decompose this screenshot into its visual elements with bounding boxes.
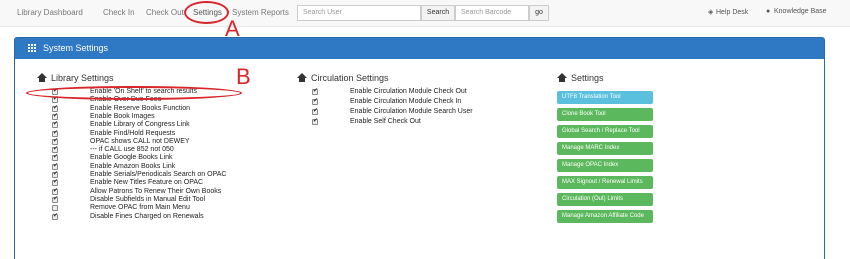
setting-row: Enable Self Check Out <box>312 117 552 128</box>
panel-heading: System Settings <box>15 38 824 59</box>
tag-icon: ◈ <box>708 9 714 16</box>
settings-tool-button[interactable]: MAX Signout / Renewal Limits <box>557 176 653 189</box>
setting-label: Enable Find/Hold Requests <box>90 129 176 137</box>
setting-checkbox[interactable] <box>52 112 58 120</box>
setting-label: Disable Subfields in Manual Edit Tool <box>90 195 206 203</box>
setting-checkbox[interactable] <box>52 205 58 212</box>
setting-label: Enable Circulation Module Search User <box>350 108 473 115</box>
search-user-input[interactable]: Search User <box>297 5 421 21</box>
settings-tools-title: Settings <box>571 73 604 83</box>
setting-row: Enable Circulation Module Check In <box>312 97 552 108</box>
settings-tool-button[interactable]: Circulation (Out) Limits <box>557 193 653 206</box>
setting-checkbox[interactable] <box>312 97 318 105</box>
setting-checkbox[interactable] <box>312 117 318 125</box>
setting-checkbox[interactable] <box>52 195 58 203</box>
setting-label: OPAC shows CALL not DEWEY <box>90 137 190 145</box>
setting-checkbox[interactable] <box>52 104 58 112</box>
go-button[interactable]: go <box>529 5 549 21</box>
settings-tool-button[interactable]: Manage Amazon Affiliate Code <box>557 210 653 223</box>
setting-label: Enable Amazon Books Link <box>90 162 176 170</box>
circulation-settings-title: Circulation Settings <box>311 73 389 83</box>
annotation-label-b: B <box>236 64 251 89</box>
help-desk-label: Help Desk <box>716 9 749 16</box>
setting-label: Enable Self Check Out <box>350 118 421 125</box>
setting-checkbox[interactable] <box>312 87 318 95</box>
knowledge-base-link[interactable]: ● Knowledge Base <box>766 8 827 15</box>
setting-checkbox[interactable] <box>52 129 58 137</box>
setting-label: Enable Serials/Periodicals Search on OPA… <box>90 171 227 178</box>
annotation-circle-b <box>26 86 242 100</box>
setting-label: Disable Fines Charged on Renewals <box>90 212 204 220</box>
setting-label: Enable New Titles Feature on OPAC <box>90 179 204 187</box>
settings-tool-button[interactable]: UTF8 Translation Tool <box>557 91 653 104</box>
knowledge-base-label: Knowledge Base <box>774 8 827 15</box>
setting-row: Disable Fines Charged on Renewals <box>52 212 292 223</box>
system-settings-panel: System Settings Library Settings Enable … <box>14 37 825 259</box>
setting-checkbox[interactable] <box>52 145 58 154</box>
help-desk-link[interactable]: ◈ Help Desk <box>708 8 748 16</box>
annotation-circle-a <box>184 1 229 24</box>
settings-tool-button[interactable]: Clone Book Tool <box>557 108 653 121</box>
setting-label: Enable Book Images <box>90 112 155 120</box>
setting-checkbox[interactable] <box>52 137 58 145</box>
settings-tool-button[interactable]: Manage MARC Index <box>557 142 653 155</box>
search-barcode-input[interactable]: Search Barcode <box>455 5 529 21</box>
settings-tools-heading: Settings <box>557 73 604 83</box>
setting-checkbox[interactable] <box>52 153 58 162</box>
setting-label: --- if CALL use 852 not 050 <box>90 146 174 154</box>
top-navbar: Library Dashboard Check In Check Out Set… <box>0 0 850 27</box>
setting-row: Enable Circulation Module Check Out <box>312 87 552 98</box>
settings-tool-button[interactable]: Manage OPAC Index <box>557 159 653 172</box>
setting-checkbox[interactable] <box>52 187 58 195</box>
home-icon <box>37 73 47 82</box>
home-icon <box>297 73 307 82</box>
setting-label: Enable Library of Congress Link <box>90 121 190 129</box>
setting-checkbox[interactable] <box>52 178 58 187</box>
library-settings-title: Library Settings <box>51 73 114 83</box>
setting-label: Enable Circulation Module Check Out <box>350 88 467 95</box>
setting-checkbox[interactable] <box>52 212 58 220</box>
home-icon <box>557 73 567 82</box>
nav-library-dashboard[interactable]: Library Dashboard <box>17 8 83 17</box>
setting-checkbox[interactable] <box>312 107 318 115</box>
setting-checkbox[interactable] <box>52 95 58 104</box>
setting-checkbox[interactable] <box>52 170 58 178</box>
panel-title: System Settings <box>43 43 109 53</box>
apple-icon: ● <box>766 8 771 15</box>
nav-system-reports[interactable]: System Reports <box>232 8 289 17</box>
setting-row: Enable Circulation Module Search User <box>312 107 552 118</box>
setting-label: Allow Patrons To Renew Their Own Books <box>90 187 222 195</box>
setting-label: Enable Reserve Books Function <box>90 104 190 112</box>
search-button[interactable]: Search <box>421 5 455 21</box>
library-settings-heading: Library Settings <box>37 73 114 83</box>
setting-checkbox[interactable] <box>52 120 58 129</box>
nav-check-in[interactable]: Check In <box>103 8 135 17</box>
setting-label: Enable Google Books Link <box>90 154 173 162</box>
setting-label: Enable Circulation Module Check In <box>350 98 462 105</box>
setting-checkbox[interactable] <box>52 162 58 170</box>
grid-icon <box>28 44 37 53</box>
nav-check-out[interactable]: Check Out <box>146 8 184 17</box>
circulation-settings-heading: Circulation Settings <box>297 73 389 83</box>
settings-tool-button[interactable]: Global Search / Replace Tool <box>557 125 653 138</box>
setting-label: Remove OPAC from Main Menu <box>90 204 190 212</box>
